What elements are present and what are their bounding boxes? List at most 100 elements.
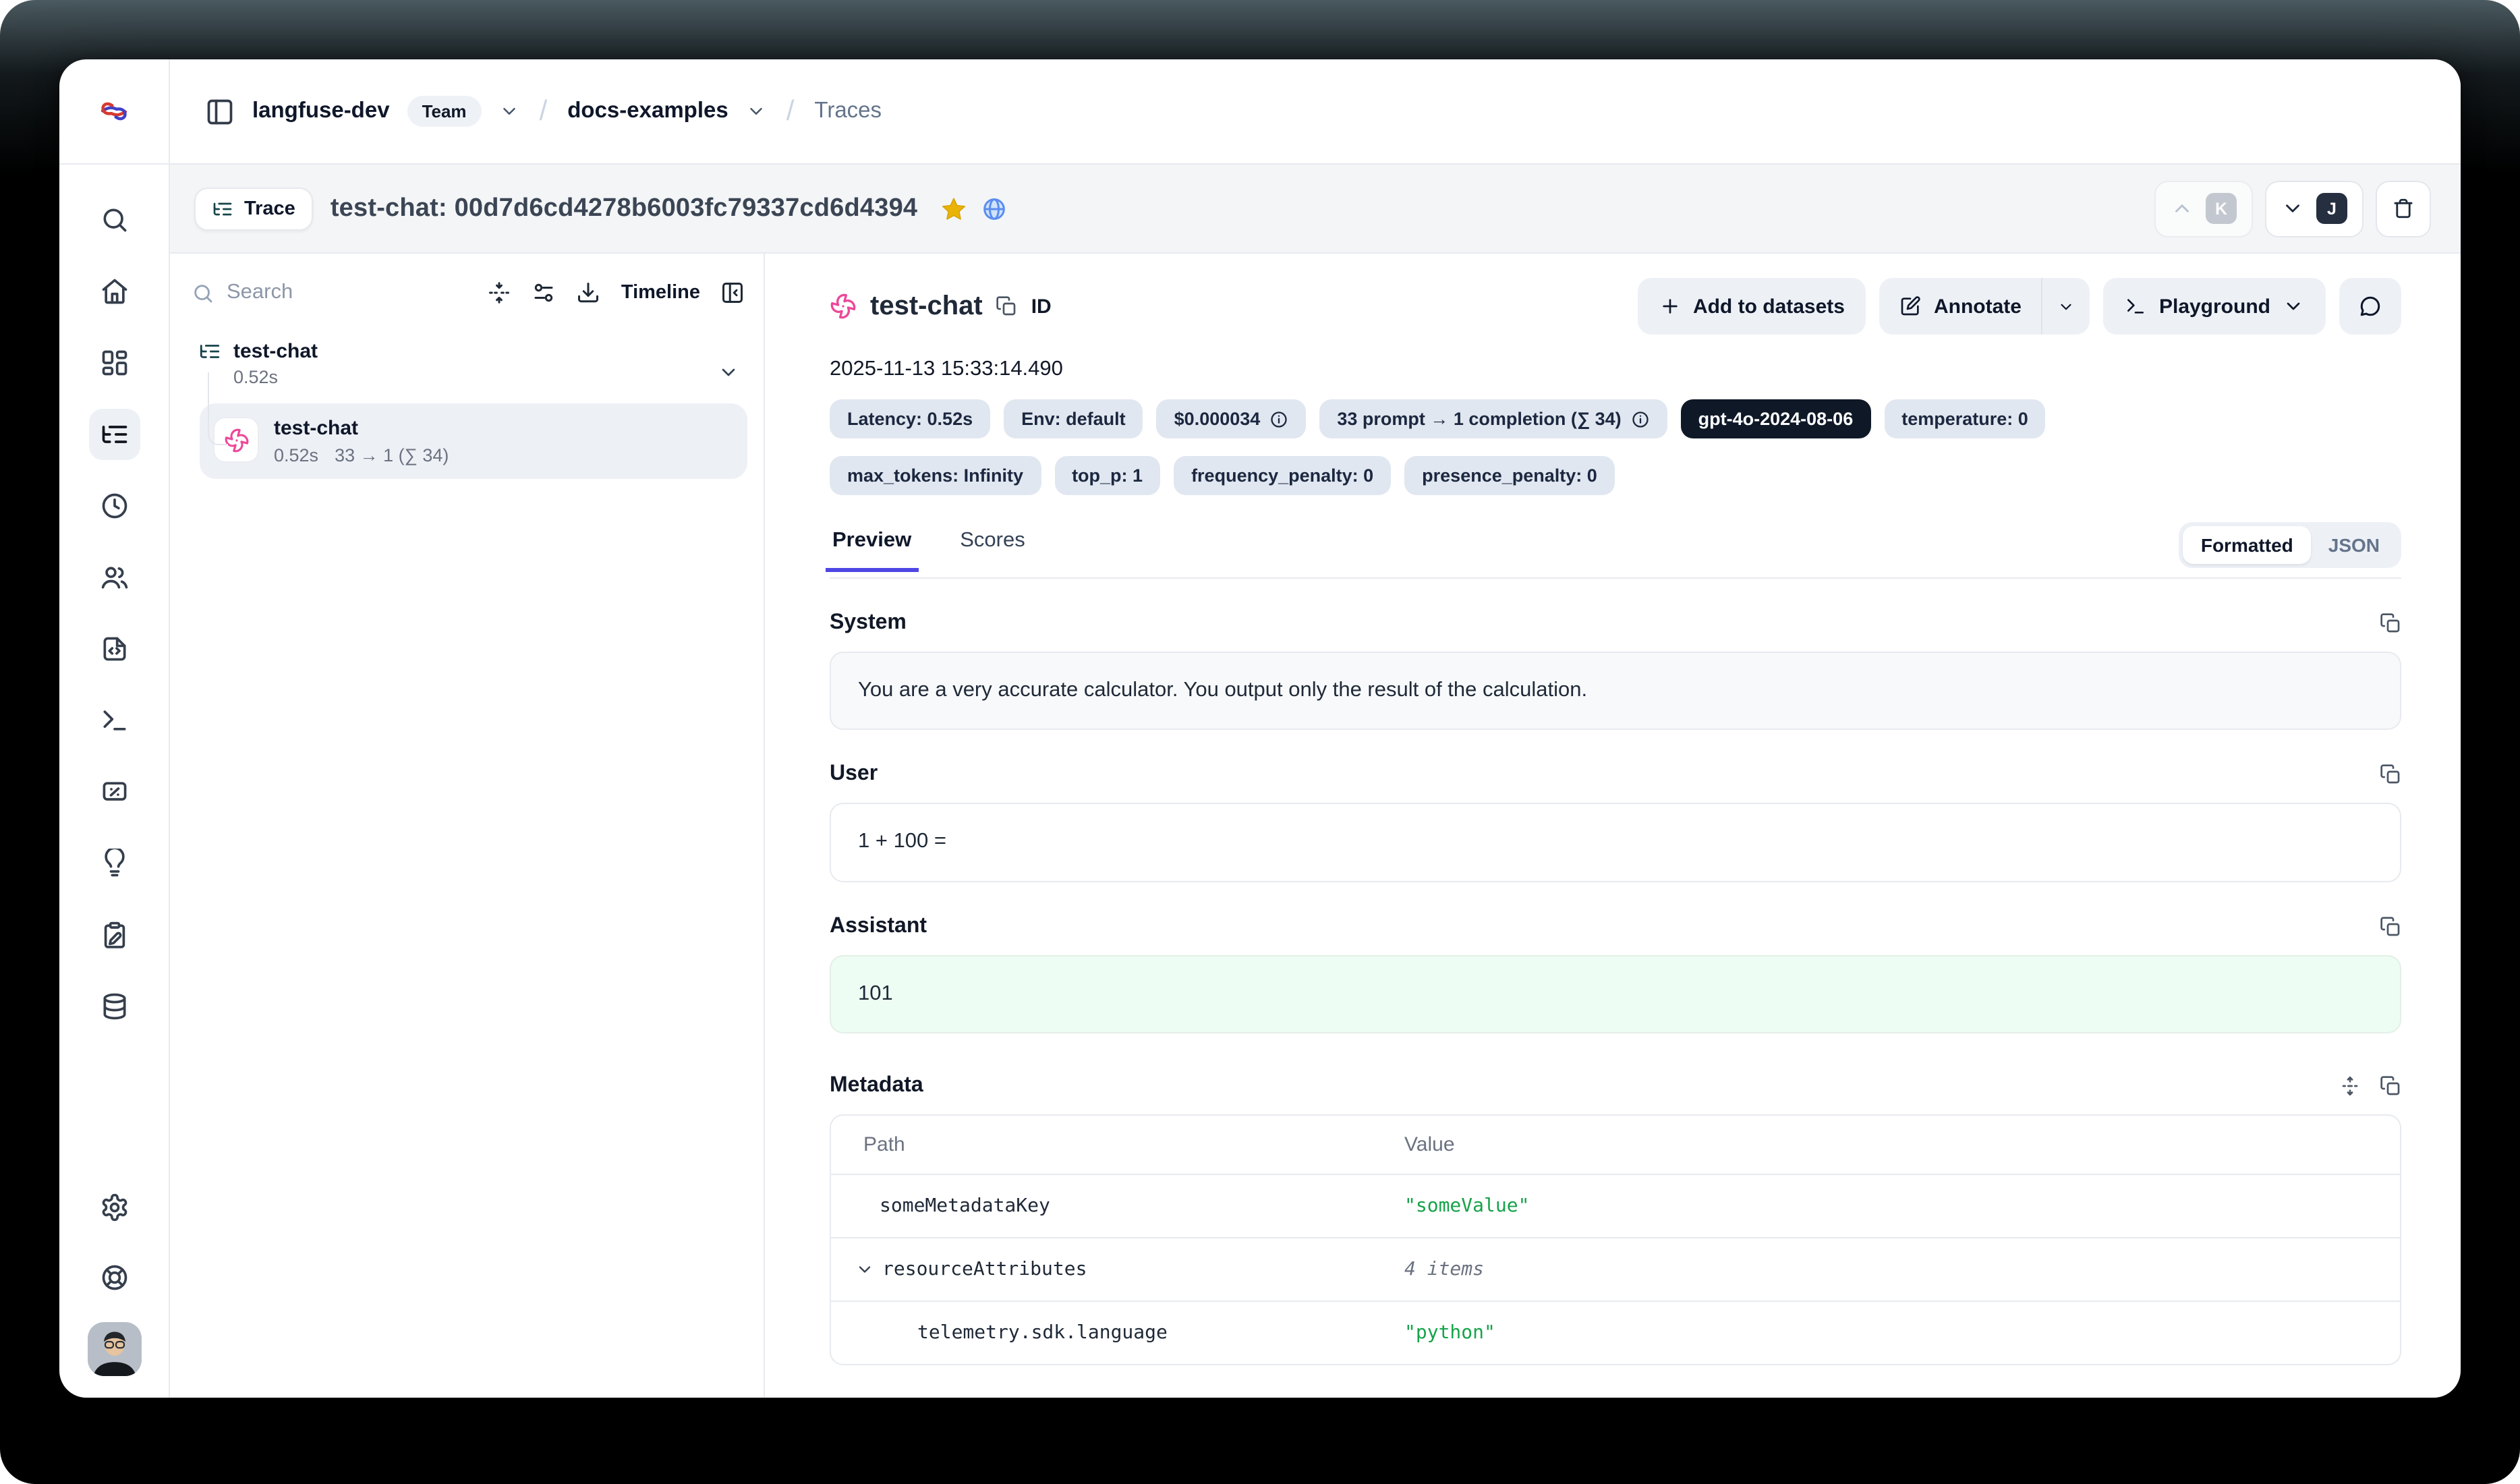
- delete-trace-button[interactable]: [2376, 180, 2431, 237]
- tree-node-trace[interactable]: test-chat 0.52s: [192, 340, 750, 387]
- frequency-penalty-badge: frequency_penalty: 0: [1174, 456, 1391, 495]
- expand-metadata-button[interactable]: [2339, 1076, 2361, 1097]
- playground-button[interactable]: Playground: [2104, 278, 2326, 335]
- breadcrumb-current-page[interactable]: Traces: [814, 98, 882, 124]
- trace-tree-icon: [198, 340, 221, 363]
- tree-search: [192, 281, 467, 305]
- cost-badge[interactable]: $0.000034: [1157, 399, 1307, 438]
- sidebar-item-settings[interactable]: [88, 1182, 140, 1233]
- chevron-up-icon: [2171, 197, 2194, 220]
- tree-node-tokens: 33 → 1 (∑ 34): [335, 445, 449, 465]
- badge-label: presence_penalty: 0: [1422, 465, 1597, 486]
- chevron-down-icon: [2283, 295, 2304, 317]
- chevron-down-icon: [746, 101, 766, 121]
- next-trace-button[interactable]: J: [2265, 180, 2364, 237]
- breadcrumb-divider: /: [537, 95, 550, 127]
- fold-vertical-icon: [488, 281, 512, 305]
- sidebar-item-home[interactable]: [88, 266, 140, 317]
- message-content: 101: [830, 955, 2401, 1034]
- metadata-value: "python": [1404, 1303, 2400, 1365]
- view-formatted-option[interactable]: Formatted: [2183, 526, 2311, 564]
- copy-section-button[interactable]: [2380, 612, 2401, 634]
- annotate-label: Annotate: [1934, 295, 2022, 318]
- plus-icon: [1659, 295, 1681, 317]
- project-switcher[interactable]: [746, 101, 766, 121]
- tab-scores[interactable]: Scores: [957, 529, 1028, 571]
- model-badge[interactable]: gpt-4o-2024-08-06: [1681, 399, 1871, 438]
- trace-tree-panel: Timeline test-chat 0.52s: [170, 254, 765, 1398]
- trace-tree: test-chat 0.52s tes: [192, 340, 750, 479]
- collapse-panel-button[interactable]: [720, 281, 745, 305]
- users-icon: [99, 563, 129, 592]
- metadata-table: Path Value someMetadataKey "someValue": [830, 1115, 2401, 1366]
- tree-node-name: test-chat: [233, 340, 318, 363]
- copy-section-button[interactable]: [2380, 764, 2401, 786]
- metadata-row-nested: telemetry.sdk.language "python": [831, 1303, 2400, 1365]
- copy-section-button[interactable]: [2380, 916, 2401, 938]
- sidebar-item-insights[interactable]: [88, 838, 140, 889]
- download-button[interactable]: [577, 281, 601, 305]
- langfuse-logo[interactable]: [59, 59, 169, 165]
- shortcut-key-j: J: [2316, 193, 2347, 224]
- screen-percent-icon: [99, 777, 129, 807]
- tree-node-duration: 0.52s: [233, 367, 750, 387]
- terminal-icon: [2125, 295, 2147, 317]
- copy-id-button[interactable]: [996, 295, 1018, 317]
- annotate-menu-button[interactable]: [2042, 278, 2090, 335]
- org-switcher[interactable]: [499, 101, 519, 121]
- tree-node-generation-selected[interactable]: test-chat 0.52s 33 → 1 (∑ 34): [200, 403, 747, 479]
- terminal-icon: [99, 706, 129, 735]
- sidebar-item-sessions[interactable]: [88, 480, 140, 532]
- message-content: 1 + 100 =: [830, 803, 2401, 882]
- playground-label: Playground: [2159, 295, 2270, 318]
- view-json-option[interactable]: JSON: [2311, 526, 2397, 564]
- download-icon: [577, 281, 601, 305]
- column-value: Value: [1404, 1116, 2400, 1174]
- sidebar-item-annotation[interactable]: [88, 909, 140, 961]
- public-globe-icon[interactable]: [981, 195, 1008, 222]
- tree-toolbar: Timeline: [192, 281, 750, 305]
- sidebar-item-tracing[interactable]: [88, 409, 140, 460]
- user-avatar[interactable]: [87, 1322, 141, 1376]
- metadata-row-expandable[interactable]: resourceAttributes 4 items: [831, 1239, 2400, 1303]
- sidebar-toggle-button[interactable]: [205, 96, 235, 126]
- prev-trace-button[interactable]: K: [2154, 180, 2253, 237]
- metadata-key: resourceAttributes: [882, 1259, 1087, 1281]
- tab-preview[interactable]: Preview: [830, 529, 914, 571]
- sidebar-item-playground[interactable]: [88, 695, 140, 746]
- annotate-button[interactable]: Annotate: [1880, 278, 2042, 335]
- collapse-all-button[interactable]: [488, 281, 512, 305]
- copy-icon: [2380, 916, 2401, 938]
- tree-node-name: test-chat: [274, 417, 358, 440]
- sidebar-item-evaluation[interactable]: [88, 766, 140, 818]
- lifebuoy-icon: [99, 1263, 129, 1292]
- sidebar-item-users[interactable]: [88, 552, 140, 603]
- breadcrumb-divider: /: [784, 95, 797, 127]
- sidebar-item-search[interactable]: [88, 194, 140, 246]
- timeline-toggle[interactable]: Timeline: [621, 282, 700, 304]
- project-name[interactable]: docs-examples: [567, 98, 728, 124]
- search-input[interactable]: [227, 281, 348, 305]
- sidebar-item-dashboards[interactable]: [88, 337, 140, 389]
- tree-settings-button[interactable]: [532, 281, 556, 305]
- column-path: Path: [831, 1116, 1404, 1174]
- sidebar-item-datasets[interactable]: [88, 981, 140, 1032]
- sidebar-item-support[interactable]: [88, 1252, 140, 1303]
- copy-metadata-button[interactable]: [2380, 1076, 2401, 1097]
- observation-timestamp: 2025-11-13 15:33:14.490: [830, 358, 2401, 382]
- latency-badge: Latency: 0.52s: [830, 399, 990, 438]
- badge-label: max_tokens: Infinity: [847, 465, 1023, 486]
- add-to-datasets-button[interactable]: Add to datasets: [1638, 278, 1866, 335]
- metadata-section: Metadata Path Value: [830, 1075, 2401, 1366]
- collapse-node-button[interactable]: [718, 362, 739, 383]
- main-column: langfuse-dev Team / docs-examples / Trac…: [170, 59, 2461, 1398]
- comments-button[interactable]: [2339, 278, 2401, 335]
- org-name[interactable]: langfuse-dev: [252, 98, 390, 124]
- observation-header: test-chat ID Add to datasets: [830, 278, 2401, 335]
- tokens-badge[interactable]: 33 prompt → 1 completion (∑ 34): [1319, 399, 1667, 438]
- chevron-down-icon: [2058, 297, 2075, 315]
- sidebar-item-prompts[interactable]: [88, 623, 140, 675]
- clipboard-pen-icon: [99, 920, 129, 950]
- bookmark-star-icon[interactable]: [940, 195, 967, 222]
- breadcrumb-bar: langfuse-dev Team / docs-examples / Trac…: [170, 59, 2461, 165]
